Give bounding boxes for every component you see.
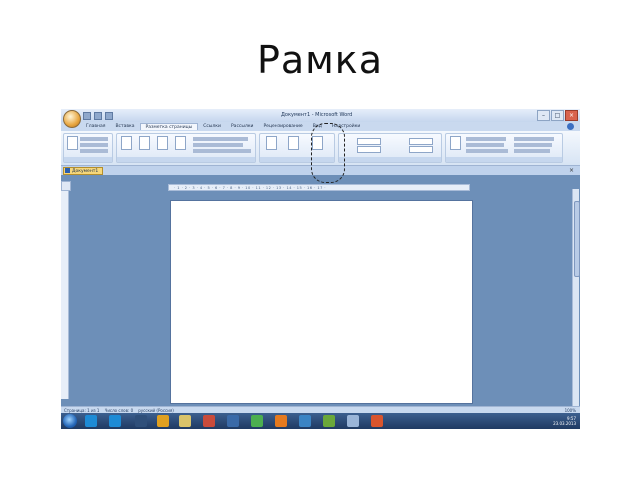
tab-references[interactable]: Ссылки [198, 123, 226, 130]
watermark-icon[interactable] [266, 136, 277, 150]
taskbar: 9:57 23.03.2013 [61, 413, 580, 429]
office-button[interactable] [63, 110, 81, 128]
folder-icon[interactable] [179, 415, 191, 427]
themes-icon[interactable] [67, 136, 78, 150]
maximize-button[interactable]: □ [551, 110, 564, 121]
tab-insert[interactable]: Вставка [110, 123, 139, 130]
scrollbar-thumb[interactable] [574, 201, 580, 277]
rotate-button[interactable] [514, 149, 550, 153]
skype-icon[interactable] [85, 415, 97, 427]
media-player-icon[interactable] [157, 415, 169, 427]
ribbon-group-page-setup [116, 133, 256, 163]
text-wrapping-button[interactable] [466, 149, 508, 153]
position-icon[interactable] [450, 136, 461, 150]
vertical-scrollbar[interactable] [572, 189, 580, 407]
start-button[interactable] [63, 414, 77, 428]
size-icon[interactable] [157, 136, 168, 150]
breaks-button[interactable] [193, 137, 248, 141]
firefox-icon[interactable] [275, 415, 287, 427]
save-icon[interactable] [83, 112, 91, 120]
minimize-button[interactable]: – [537, 110, 550, 121]
indent-left-field[interactable] [357, 138, 381, 145]
page-color-icon[interactable] [288, 136, 299, 150]
yandex-icon[interactable] [203, 415, 215, 427]
theme-colors-button[interactable] [80, 137, 108, 141]
send-to-back-button[interactable] [466, 143, 504, 147]
margins-icon[interactable] [121, 136, 132, 150]
document-page[interactable] [170, 200, 473, 404]
spacing-before-field[interactable] [409, 138, 433, 145]
page-borders-highlight [311, 123, 345, 183]
hyphenation-button[interactable] [193, 149, 251, 153]
tab-review[interactable]: Рецензирование [258, 123, 307, 130]
align-button[interactable] [514, 137, 554, 141]
ribbon-group-themes [63, 133, 113, 163]
close-document-icon[interactable]: × [569, 167, 574, 174]
indent-right-field[interactable] [357, 146, 381, 153]
slide-title: Рамка [256, 38, 384, 82]
app-icon[interactable] [135, 415, 147, 427]
help-icon[interactable] [567, 123, 574, 130]
ribbon-group-arrange [445, 133, 563, 163]
title-bar: Документ1 - Microsoft Word – □ × [61, 109, 580, 123]
ruler-toggle-button[interactable] [61, 181, 71, 191]
group-button[interactable] [514, 143, 552, 147]
system-clock[interactable]: 9:57 23.03.2013 [553, 416, 576, 426]
theme-effects-button[interactable] [80, 149, 108, 153]
word-taskbar-icon[interactable] [347, 415, 359, 427]
columns-icon[interactable] [175, 136, 186, 150]
ribbon-group-paragraph [338, 133, 442, 163]
vk-icon[interactable] [227, 415, 239, 427]
chrome-icon[interactable] [251, 415, 263, 427]
torrent-icon[interactable] [323, 415, 335, 427]
powerpoint-icon[interactable] [371, 415, 383, 427]
skype-icon-2[interactable] [109, 415, 121, 427]
spacing-after-field[interactable] [409, 146, 433, 153]
quick-access-toolbar [83, 112, 113, 120]
vertical-ruler[interactable] [61, 191, 69, 399]
tab-mailings[interactable]: Рассылки [226, 123, 259, 130]
orientation-icon[interactable] [139, 136, 150, 150]
word-document-icon [65, 168, 70, 173]
word-window-screenshot: Документ1 - Microsoft Word – □ × Главная… [61, 109, 580, 429]
undo-icon[interactable] [94, 112, 102, 120]
close-button[interactable]: × [565, 110, 578, 121]
horizontal-ruler[interactable]: · 1 · 2 · 3 · 4 · 5 · 6 · 7 · 8 · 9 · 10… [168, 184, 470, 191]
tab-page-layout[interactable]: Разметка страницы [139, 123, 199, 130]
line-numbers-button[interactable] [193, 143, 243, 147]
window-title: Документ1 - Microsoft Word [281, 112, 353, 118]
bring-to-front-button[interactable] [466, 137, 506, 141]
theme-fonts-button[interactable] [80, 143, 108, 147]
browser-icon[interactable] [299, 415, 311, 427]
redo-icon[interactable] [105, 112, 113, 120]
tab-home[interactable]: Главная [81, 123, 110, 130]
